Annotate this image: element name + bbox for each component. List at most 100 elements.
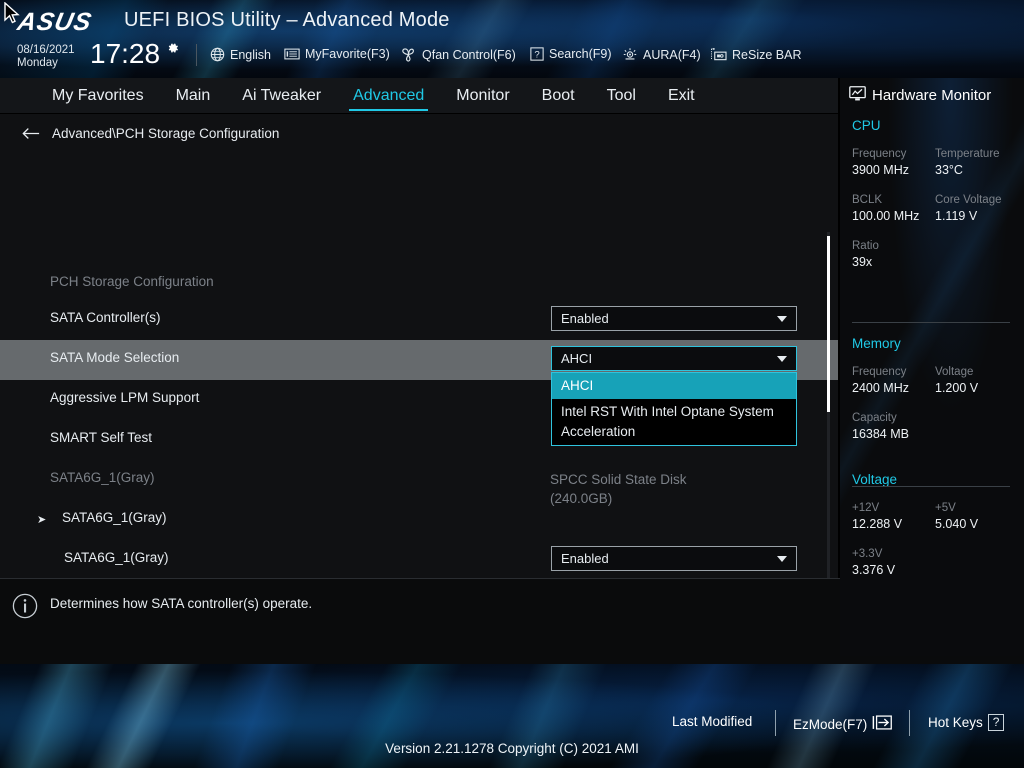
dropdown-value: AHCI bbox=[561, 351, 593, 366]
ezmode-label: EzMode(F7) bbox=[793, 716, 868, 732]
hm-group-memory: Memory Frequency 2400 MHz Voltage 1.200 V Cap… bbox=[852, 336, 1018, 456]
tab-ai-tweaker[interactable]: Ai Tweaker bbox=[226, 78, 337, 114]
date-display: 08/16/2021 Monday bbox=[17, 44, 75, 70]
hm-group-voltage: Voltage +12V 12.288 V +5V 5.040 V +3.3V 3.376 … bbox=[852, 472, 1018, 592]
hotkeys-button[interactable]: Hot Keys ? bbox=[928, 714, 1005, 731]
tab-monitor[interactable]: Monitor bbox=[440, 78, 525, 114]
hm-metric: +12V 12.288 V bbox=[852, 500, 935, 533]
tab-my-favorites[interactable]: My Favorites bbox=[36, 78, 160, 114]
hm-metric-value: 12.288 V bbox=[852, 517, 903, 531]
dropdown-value: Enabled bbox=[561, 551, 609, 566]
hm-row: BCLK 100.00 MHz Core Voltage 1.119 V bbox=[852, 192, 1018, 225]
toolbar-item-qfan[interactable]: Qfan Control(F6) bbox=[400, 47, 516, 62]
clock-value: 17:28 bbox=[90, 38, 161, 69]
hm-metric-value: 1.119 V bbox=[935, 209, 978, 223]
hm-metric-value: 1.200 V bbox=[935, 381, 979, 395]
tab-boot[interactable]: Boot bbox=[526, 78, 591, 114]
weekday-value: Monday bbox=[17, 57, 58, 69]
toolbar-label-myfavorite: MyFavorite(F3) bbox=[305, 47, 390, 61]
hotkeys-key-icon: ? bbox=[987, 714, 1005, 731]
breadcrumb-text: Advanced\PCH Storage Configuration bbox=[52, 126, 280, 141]
hardware-monitor-sidebar: Hardware Monitor CPU Frequency 3900 MHz Tem… bbox=[840, 78, 1024, 656]
last-modified-button[interactable]: Last Modified bbox=[672, 714, 752, 729]
info-icon bbox=[12, 593, 38, 624]
dropdown-value: Enabled bbox=[561, 311, 609, 326]
search-icon: ? bbox=[530, 47, 544, 61]
toolbar-label-search: Search(F9) bbox=[549, 47, 612, 61]
gear-icon[interactable] bbox=[166, 41, 180, 55]
resize-bar-icon bbox=[710, 47, 727, 62]
hm-metric: BCLK 100.00 MHz bbox=[852, 192, 935, 225]
tab-exit[interactable]: Exit bbox=[652, 78, 711, 114]
hm-metric-key: +5V bbox=[935, 502, 956, 514]
toolbar-label-resize-bar: ReSize BAR bbox=[732, 47, 802, 62]
toolbar-item-search[interactable]: ? Search(F9) bbox=[530, 47, 612, 61]
hm-metric-value: 3.376 V bbox=[852, 563, 896, 577]
banner-separator bbox=[196, 44, 197, 66]
hotkeys-label: Hot Keys bbox=[928, 715, 983, 730]
hardware-monitor-label: Hardware Monitor bbox=[872, 87, 992, 104]
hm-metric-value: 2400 MHz bbox=[852, 381, 909, 395]
hm-metric-value: 100.00 MHz bbox=[852, 209, 920, 223]
hm-divider bbox=[852, 486, 1010, 487]
hm-metric-value: 16384 MB bbox=[852, 427, 909, 441]
hm-metric: +3.3V 3.376 V bbox=[852, 546, 935, 579]
hm-metric-value: 39x bbox=[852, 255, 873, 269]
hm-metric: Ratio 39x bbox=[852, 238, 935, 271]
back-arrow-icon[interactable] bbox=[22, 127, 40, 140]
hm-group-title: Memory bbox=[852, 336, 901, 351]
hm-row: +3.3V 3.376 V bbox=[852, 546, 1018, 579]
settings-row[interactable]: SATA Controller(s) Enabled bbox=[0, 300, 840, 340]
hm-metric: Frequency 2400 MHz bbox=[852, 364, 935, 397]
tab-tool[interactable]: Tool bbox=[591, 78, 652, 114]
monitor-icon bbox=[849, 86, 866, 105]
breadcrumb[interactable]: Advanced\PCH Storage Configuration bbox=[22, 126, 279, 141]
hm-metric: +5V 5.040 V bbox=[935, 500, 1018, 533]
hm-metric-key: Temperature bbox=[935, 148, 1000, 160]
aura-icon bbox=[622, 47, 638, 62]
toolbar-item-resize-bar[interactable]: ReSize BAR bbox=[710, 47, 801, 62]
settings-row-dropdown[interactable]: Enabled bbox=[551, 546, 797, 571]
toolbar-item-aura[interactable]: AURA(F4) bbox=[622, 47, 701, 62]
hm-metric: Voltage 1.200 V bbox=[935, 364, 1018, 397]
tab-advanced[interactable]: Advanced bbox=[337, 78, 440, 114]
settings-row-label: SATA6G_1(Gray) bbox=[64, 550, 169, 565]
last-modified-label: Last Modified bbox=[672, 714, 753, 729]
hm-divider bbox=[852, 322, 1010, 323]
hm-row: Frequency 3900 MHz Temperature 33°C bbox=[852, 146, 1018, 179]
settings-row[interactable]: ➤ SATA6G_1(Gray) bbox=[0, 500, 840, 540]
chevron-right-icon: ➤ bbox=[37, 514, 47, 526]
hm-group-title: CPU bbox=[852, 118, 881, 133]
hm-metric-value: 33°C bbox=[935, 163, 963, 177]
settings-row-label: SATA6G_1(Gray) bbox=[50, 470, 155, 485]
settings-row-label: SATA6G_1(Gray) bbox=[62, 510, 167, 525]
settings-row-label: SMART Self Test bbox=[50, 430, 153, 445]
help-text: Determines how SATA controller(s) operat… bbox=[50, 596, 313, 611]
settings-row[interactable]: SATA6G_1(Gray) Enabled bbox=[0, 540, 840, 580]
dropdown-option[interactable]: Intel RST With Intel Optane System Accel… bbox=[552, 399, 796, 445]
asus-logo: ASUS bbox=[15, 8, 95, 36]
hm-metric-key: Capacity bbox=[852, 412, 897, 424]
sata-mode-dropdown-popup[interactable]: AHCI Intel RST With Intel Optane System A… bbox=[551, 372, 797, 446]
toolbar-item-myfavorite[interactable]: MyFavorite(F3) bbox=[284, 47, 390, 61]
tab-main[interactable]: Main bbox=[160, 78, 227, 114]
hm-metric: Core Voltage 1.119 V bbox=[935, 192, 1018, 225]
hm-metric: Frequency 3900 MHz bbox=[852, 146, 935, 179]
settings-row-dropdown[interactable]: AHCI bbox=[551, 346, 797, 371]
settings-row[interactable]: SATA6G_1(Gray) SPCC Solid State Disk (240… bbox=[0, 460, 840, 506]
hm-row: Capacity 16384 MB bbox=[852, 410, 1018, 443]
content-scrollbar-thumb[interactable] bbox=[827, 236, 830, 412]
dropdown-option[interactable]: AHCI bbox=[552, 373, 796, 399]
hm-metric-key: BCLK bbox=[852, 194, 883, 206]
hm-metric-key: Ratio bbox=[852, 240, 879, 252]
version-text: Version 2.21.1278 Copyright (C) 2021 AMI bbox=[385, 741, 639, 756]
toolbar-label-language: English bbox=[230, 47, 271, 62]
bottom-separator-1 bbox=[775, 710, 776, 736]
toolbar-item-language[interactable]: English bbox=[210, 47, 271, 62]
settings-row-dropdown[interactable]: Enabled bbox=[551, 306, 797, 331]
ezmode-button[interactable]: EzMode(F7) bbox=[793, 714, 894, 734]
hm-metric-key: +3.3V bbox=[852, 548, 883, 560]
main-content-pane: Advanced\PCH Storage Configuration PCH S… bbox=[0, 114, 840, 688]
hm-row: Ratio 39x bbox=[852, 238, 1018, 271]
chevron-down-icon bbox=[777, 355, 787, 362]
